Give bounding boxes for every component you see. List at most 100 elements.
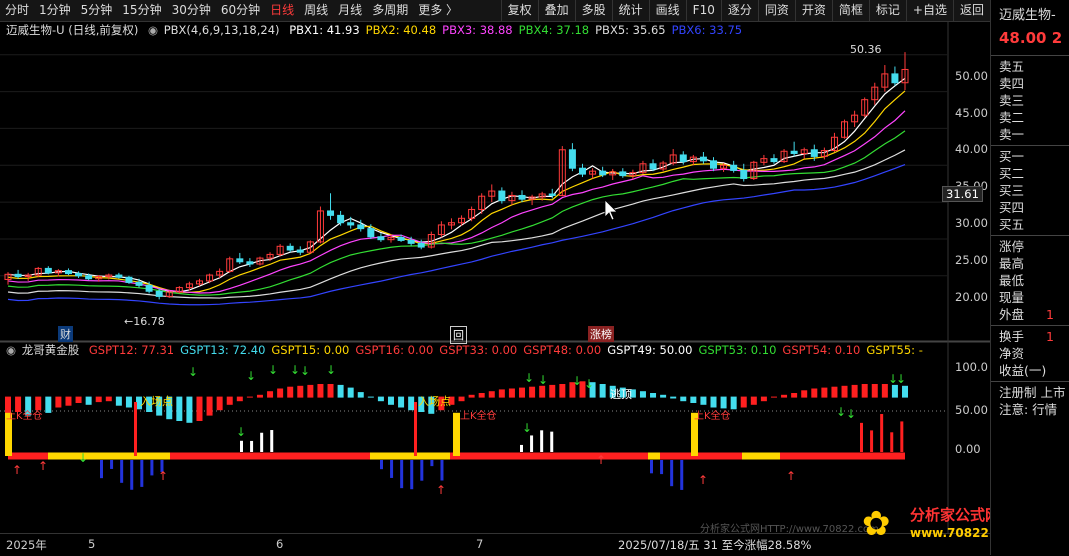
oscillator-bar	[125, 396, 132, 408]
candle-body	[246, 261, 254, 265]
flow-bar	[420, 460, 424, 481]
period-tab[interactable]: 周线	[299, 0, 333, 21]
candle-body	[75, 273, 83, 277]
indicator-value: GSPT16: 0.00	[355, 343, 434, 357]
period-tab[interactable]: 5分钟	[76, 0, 118, 21]
flow-bar	[430, 460, 434, 467]
period-tab[interactable]: 分时	[0, 0, 34, 21]
candle-body	[135, 281, 143, 286]
flow-bar	[680, 460, 684, 490]
quote-row: 卖三	[999, 93, 1025, 108]
oscillator-bar	[750, 396, 757, 405]
report-marker[interactable]: 回	[450, 326, 467, 344]
flow-bar	[860, 422, 863, 452]
period-tab[interactable]: 月线	[333, 0, 367, 21]
date-axis: 2025年 5 6 7 2025/07/18/五 31 至今涨幅28.58% 分…	[0, 524, 990, 556]
candle-body	[417, 242, 425, 248]
sell-arrow-icon: ↓	[290, 363, 300, 377]
sub-indicator-title: 龙哥黄金股	[21, 343, 80, 357]
candle-body	[790, 150, 798, 154]
toolbar-button[interactable]: 标记	[868, 0, 906, 21]
oscillator-tick: 50.00	[955, 403, 988, 417]
period-tab[interactable]: 日线	[265, 0, 299, 21]
toolbar-button[interactable]: 复权	[500, 0, 538, 21]
listing-info: 注册制 上市 注意: 行情	[991, 384, 1069, 418]
flow-bar	[550, 431, 554, 452]
toolbar-button[interactable]: 逐分	[720, 0, 758, 21]
flow-bar	[240, 440, 243, 452]
price-tick: 50.00	[955, 68, 988, 83]
oscillator-bar	[700, 396, 707, 405]
flow-bar	[270, 430, 274, 452]
sub-indicator-values: GSPT12: 77.31 GSPT13: 72.40 GSPT15: 0.00 GS…	[89, 343, 929, 357]
candle-body	[347, 222, 355, 226]
indicator-value: GSPT55: -	[866, 343, 923, 357]
candle-body	[740, 169, 748, 180]
candle-body	[367, 228, 375, 238]
flow-bar	[900, 421, 904, 452]
sell-arrow-icon: ↓	[326, 363, 336, 377]
low-price-label: ←16.78	[124, 315, 165, 328]
toolbar-button[interactable]: 统计	[611, 0, 649, 21]
finance-marker[interactable]: 财	[58, 326, 73, 342]
oscillator-bar	[891, 384, 898, 398]
bid-levels: 买一 买二 买三 买四 买五	[991, 148, 1069, 233]
oscillator-bar	[196, 396, 203, 421]
period-tab[interactable]: 更多 〉	[413, 0, 463, 21]
toolbar-button[interactable]: 多股	[574, 0, 612, 21]
indicator-value: PBX4: 37.18	[518, 23, 590, 37]
divider	[991, 325, 1069, 326]
oscillator-bar	[680, 396, 687, 402]
toolbar-button[interactable]: 返回	[952, 0, 990, 21]
quote-stats: 涨停 最高 最低 现量 外盘 1	[991, 238, 1069, 323]
oscillator-bar	[357, 392, 364, 398]
price-tick: 25.00	[955, 252, 988, 267]
full-position-label: 上K全仓	[6, 411, 43, 422]
indicator-toggle-icon[interactable]: ◉	[148, 23, 158, 37]
oscillator-bar	[307, 384, 314, 398]
buy-arrow-icon: ↑	[596, 453, 606, 467]
toolbar-button[interactable]: F10	[685, 0, 721, 21]
indicator-value: PBX6: 33.75	[671, 23, 743, 37]
period-tab[interactable]: 1分钟	[34, 0, 76, 21]
full-position-label: 上K全仓	[460, 411, 497, 422]
current-price: 48.00 2	[991, 24, 1069, 53]
indicator-value: PBX1: 41.93	[289, 23, 360, 37]
indicator-values: PBX1: 41.93 PBX2: 40.48 PBX3: 38.88 PBX4: 3…	[289, 23, 748, 37]
oscillator-bar	[770, 396, 777, 398]
toolbar-button[interactable]: +自选	[905, 0, 953, 21]
toolbar-button[interactable]: 简框	[831, 0, 869, 21]
oscillator-bar	[226, 396, 233, 405]
toolbar-button[interactable]: 同资	[757, 0, 795, 21]
toolbar-button[interactable]: 画线	[648, 0, 686, 21]
limitup-marker[interactable]: 涨榜	[588, 326, 614, 342]
oscillator-bar	[45, 396, 52, 413]
period-tab[interactable]: 多周期	[367, 0, 413, 21]
flow-bar	[660, 460, 664, 475]
price-chart[interactable]: ↓ ↓ ↓ ↓ ↓↓ ↓ ↓ ↓ ↓↓↓ ↓↓ ↓↓↓↑ ↑↑↑↑↑ ↑	[0, 22, 990, 534]
period-tab[interactable]: 15分钟	[117, 0, 166, 21]
indicator-toggle-icon[interactable]: ◉	[6, 343, 16, 357]
ma-line	[7, 163, 906, 306]
candle-body	[770, 158, 778, 163]
candle-body	[599, 170, 607, 176]
indicator-value: GSPT53: 0.10	[698, 343, 777, 357]
divider	[991, 381, 1069, 382]
quote-row: 买一	[999, 149, 1025, 164]
sell-arrow-icon: ↓	[584, 377, 594, 391]
oscillator-bar	[115, 396, 122, 406]
flow-bar	[670, 460, 674, 487]
period-tab[interactable]: 60分钟	[216, 0, 265, 21]
oscillator-bar	[902, 385, 908, 398]
candle-body	[730, 164, 738, 171]
flow-bar	[140, 460, 144, 487]
toolbar-button[interactable]: 开资	[794, 0, 832, 21]
period-tab[interactable]: 30分钟	[167, 0, 216, 21]
oscillator-bar	[861, 384, 868, 398]
oscillator-bar	[317, 384, 324, 398]
oscillator-bar	[337, 384, 344, 398]
price-value: 48.00	[999, 29, 1047, 47]
candle-body	[14, 273, 22, 278]
quote-row: 买二	[999, 166, 1025, 181]
toolbar-button[interactable]: 叠加	[537, 0, 575, 21]
